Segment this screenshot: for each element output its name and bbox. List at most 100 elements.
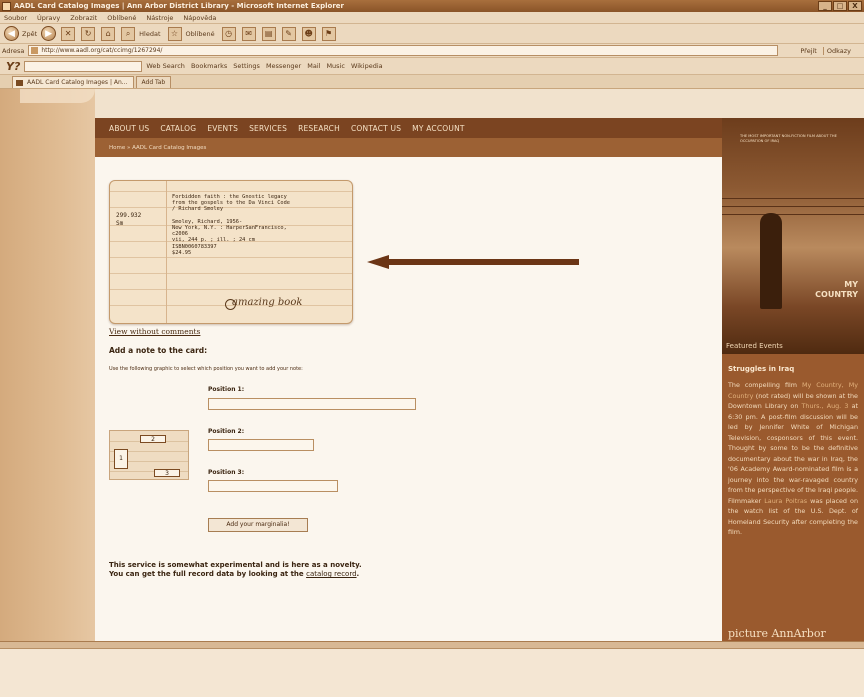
position-3-box[interactable]: 3 — [154, 469, 180, 477]
yahoo-web-search[interactable]: Web Search — [146, 62, 185, 70]
menu-file[interactable]: Soubor — [4, 14, 27, 22]
forward-icon[interactable]: ▶ — [41, 26, 57, 41]
yahoo-messenger[interactable]: Messenger — [266, 62, 301, 70]
event-title: Struggles in Iraq — [728, 365, 795, 373]
bottom-pane — [0, 648, 864, 697]
event-description: The compelling film My Country, My Count… — [728, 380, 858, 538]
nav-my-account[interactable]: MY ACCOUNT — [412, 124, 465, 133]
mail-icon[interactable]: ✉ — [241, 26, 256, 41]
experimental-notice: This service is somewhat experimental an… — [109, 561, 362, 579]
page-viewport: ABOUT US CATALOG EVENTS SERVICES RESEARC… — [0, 89, 864, 641]
menu-tools[interactable]: Nástroje — [146, 14, 173, 22]
site-header-band — [95, 89, 864, 118]
print-icon[interactable]: ▤ — [261, 26, 276, 41]
add-note-heading: Add a note to the card: — [109, 346, 208, 355]
card-call-number: 299.932 Sm — [116, 212, 142, 227]
event-date-link[interactable]: Thurs., Aug. 3 — [802, 402, 849, 410]
history-icon[interactable]: ◷ — [221, 26, 236, 41]
event-text-3: at 6:30 pm. A post-film discussion will … — [728, 402, 858, 505]
address-input[interactable]: http://www.aadl.org/cat/ccimg/1267294/ — [28, 45, 779, 56]
favorites-label[interactable]: Oblíbené — [186, 30, 215, 38]
main-content: 299.932 Sm Forbidden faith : the Gnostic… — [95, 157, 722, 641]
back-label[interactable]: Zpět — [22, 30, 37, 38]
title-bar: AADL Card Catalog Images | Ann Arbor Dis… — [0, 0, 864, 12]
left-decoration — [0, 89, 95, 641]
poster-movie-title: MY COUNTRY — [815, 280, 858, 299]
instructions-text: Use the following graphic to select whic… — [109, 366, 303, 372]
yahoo-toolbar: Y? Web Search Bookmarks Settings Messeng… — [0, 58, 864, 75]
research-icon[interactable]: ⚑ — [321, 26, 336, 41]
position-1-label: Position 1: — [208, 386, 245, 393]
yahoo-logo[interactable]: Y? — [6, 60, 20, 73]
yahoo-music[interactable]: Music — [326, 62, 345, 70]
go-label: Přejít — [800, 46, 817, 55]
event-person-link[interactable]: Laura Poitras — [764, 497, 807, 505]
yahoo-bookmarks[interactable]: Bookmarks — [191, 62, 227, 70]
stop-icon[interactable]: ✕ — [61, 26, 76, 41]
search-label[interactable]: Hledat — [139, 30, 160, 38]
poster-fence-graphic — [722, 198, 864, 199]
position-selector-graphic[interactable]: 2 1 3 — [109, 430, 189, 480]
position-3-input[interactable] — [208, 480, 338, 492]
tab-bar: AADL Card Catalog Images | An... Add Tab — [0, 75, 864, 89]
browser-toolbar: ◀ Zpět ▶ ✕ ↻ ⌂ ⌕ Hledat ☆ Oblíbené ◷ ✉ ▤… — [0, 24, 864, 44]
sidebar: The most important non-fiction film abou… — [722, 118, 864, 641]
messenger-icon[interactable]: ☻ — [301, 26, 316, 41]
nav-services[interactable]: SERVICES — [249, 124, 287, 133]
menu-edit[interactable]: Úpravy — [37, 14, 60, 22]
menu-help[interactable]: Nápověda — [183, 14, 216, 22]
nav-research[interactable]: RESEARCH — [298, 124, 340, 133]
minimize-button[interactable]: _ — [818, 1, 832, 11]
poster-figure-graphic — [760, 213, 782, 309]
picture-ann-arbor-logo[interactable]: picture AnnArbor — [728, 627, 826, 640]
swoosh-decoration — [20, 89, 95, 103]
close-button[interactable]: X — [848, 1, 862, 11]
address-label: Adresa — [2, 46, 25, 55]
yahoo-search-input[interactable] — [24, 60, 143, 72]
status-bar — [0, 641, 864, 648]
add-marginalia-button[interactable]: Add your marginalia! — [208, 518, 308, 532]
card-handwritten-note: amazing book — [224, 297, 303, 310]
window-title: AADL Card Catalog Images | Ann Arbor Dis… — [14, 2, 345, 10]
site-nav: ABOUT US CATALOG EVENTS SERVICES RESEARC… — [95, 118, 722, 138]
search-icon[interactable]: ⌕ — [121, 26, 136, 41]
position-1-box[interactable]: 1 — [114, 449, 128, 469]
nav-contact-us[interactable]: CONTACT US — [351, 124, 401, 133]
nav-about-us[interactable]: ABOUT US — [109, 124, 149, 133]
edit-icon[interactable]: ✎ — [281, 26, 296, 41]
position-2-input[interactable] — [208, 439, 314, 451]
movie-poster[interactable]: The most important non-fiction film abou… — [722, 118, 864, 354]
featured-events-label[interactable]: Featured Events — [726, 342, 783, 350]
card-text: Forbidden faith : the Gnostic legacy fro… — [172, 194, 290, 256]
position-2-label: Position 2: — [208, 428, 245, 435]
position-1-input[interactable] — [208, 398, 416, 410]
notice-line-2-text: You can get the full record data by look… — [109, 570, 304, 578]
refresh-icon[interactable]: ↻ — [81, 26, 96, 41]
menu-favorites[interactable]: Oblíbené — [107, 14, 136, 22]
back-icon[interactable]: ◀ — [4, 26, 19, 41]
browser-icon — [2, 1, 11, 11]
go-button[interactable]: Přejít — [272, 46, 817, 152]
tab-aadl[interactable]: AADL Card Catalog Images | An... — [12, 76, 134, 88]
home-icon[interactable]: ⌂ — [101, 26, 116, 41]
maximize-button[interactable]: □ — [833, 1, 847, 11]
yahoo-settings[interactable]: Settings — [233, 62, 260, 70]
nav-catalog[interactable]: CATALOG — [160, 124, 196, 133]
position-2-box[interactable]: 2 — [140, 435, 166, 443]
yahoo-wikipedia[interactable]: Wikipedia — [351, 62, 383, 70]
view-without-comments-link[interactable]: View without comments — [109, 327, 200, 336]
breadcrumb[interactable]: Home » AADL Card Catalog Images — [95, 138, 722, 157]
catalog-card-image: 299.932 Sm Forbidden faith : the Gnostic… — [109, 180, 353, 324]
add-tab-button[interactable]: Add Tab — [135, 76, 172, 88]
menu-bar: Soubor Úpravy Zobrazit Oblíbené Nástroje… — [0, 12, 864, 24]
left-arrow-icon — [367, 255, 579, 269]
menu-view[interactable]: Zobrazit — [70, 14, 97, 22]
window-controls: _ □ X — [817, 1, 862, 11]
favorites-icon[interactable]: ☆ — [167, 26, 182, 41]
yahoo-mail[interactable]: Mail — [307, 62, 320, 70]
catalog-record-link[interactable]: catalog record — [306, 570, 356, 578]
notice-line-1: This service is somewhat experimental an… — [109, 561, 362, 569]
poster-tagline: The most important non-fiction film abou… — [740, 134, 837, 143]
nav-events[interactable]: EVENTS — [207, 124, 238, 133]
links-button[interactable]: Odkazy — [822, 46, 851, 55]
